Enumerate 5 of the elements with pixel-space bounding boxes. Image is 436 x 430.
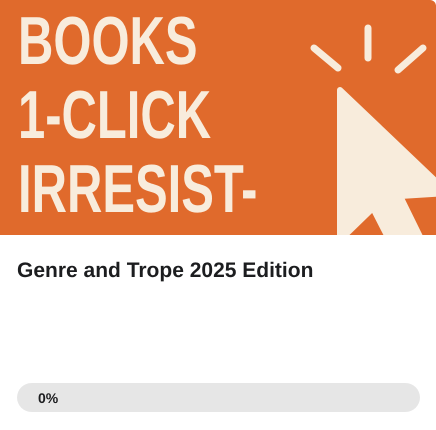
thumbnail-headline: 1-CLICK xyxy=(18,80,212,150)
thumbnail-headline: BOOKS xyxy=(18,6,198,76)
progress-percent: 0% xyxy=(38,390,58,406)
course-title: Genre and Trope 2025 Edition xyxy=(17,259,314,283)
thumbnail-headline: IRRESIST- xyxy=(18,154,258,224)
